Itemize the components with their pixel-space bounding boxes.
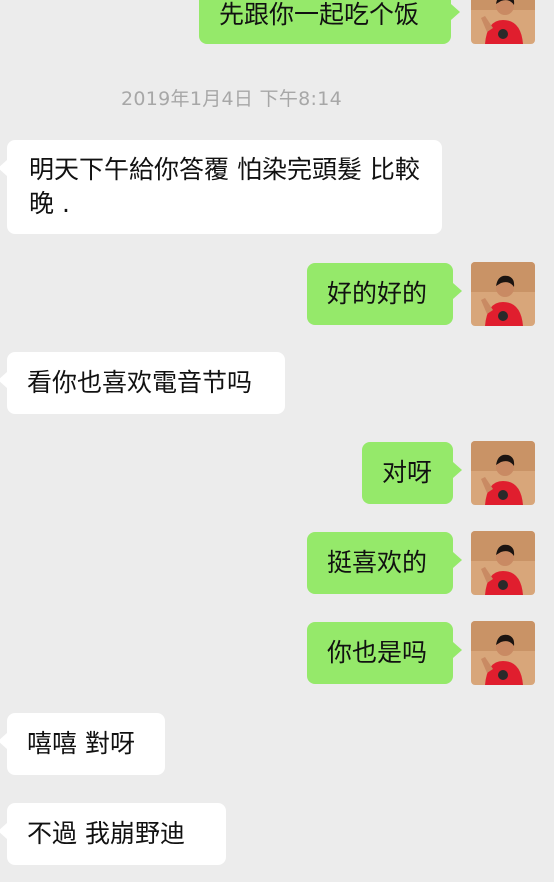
message-bubble-outgoing[interactable]: 先跟你一起吃个饭	[199, 0, 460, 44]
avatar[interactable]	[471, 262, 535, 326]
message-text: 先跟你一起吃个饭	[219, 0, 420, 29]
message-bubble-outgoing[interactable]: 好的好的	[307, 263, 462, 325]
message-bubble-incoming[interactable]: 嘻嘻 對呀	[0, 713, 165, 775]
avatar[interactable]	[471, 441, 535, 505]
message-text: 明天下午給你答覆 怕染完頭髮 比較晚 .	[29, 155, 420, 218]
message-text: 好的好的	[327, 279, 428, 308]
user-avatar-icon	[471, 262, 535, 326]
message-bubble-incoming[interactable]: 看你也喜欢電音节吗	[0, 352, 285, 414]
message-bubble-outgoing[interactable]: 你也是吗	[307, 622, 462, 684]
message-bubble-outgoing[interactable]: 对呀	[362, 442, 462, 504]
avatar[interactable]	[471, 531, 535, 595]
message-text: 对呀	[382, 458, 433, 487]
message-bubble-incoming[interactable]: 不過 我崩野迪	[0, 803, 226, 865]
message-bubble-incoming[interactable]: 明天下午給你答覆 怕染完頭髮 比較晚 .	[0, 140, 442, 234]
user-avatar-icon	[471, 531, 535, 595]
message-text: 你也是吗	[327, 638, 428, 667]
message-bubble-outgoing[interactable]: 挺喜欢的	[307, 532, 462, 594]
chat-conversation: 先跟你一起吃个饭 2019年1月4日 下午8:14 明天下午給你答覆 怕染完頭髮…	[0, 0, 554, 882]
message-text: 不過 我崩野迪	[27, 819, 185, 848]
user-avatar-icon	[471, 441, 535, 505]
user-avatar-icon	[471, 621, 535, 685]
user-avatar-icon	[471, 0, 535, 44]
timestamp: 2019年1月4日 下午8:14	[120, 88, 343, 110]
avatar[interactable]	[471, 0, 535, 44]
avatar[interactable]	[471, 621, 535, 685]
message-text: 挺喜欢的	[327, 548, 428, 577]
message-text: 嘻嘻 對呀	[27, 729, 135, 758]
message-text: 看你也喜欢電音节吗	[27, 368, 253, 397]
